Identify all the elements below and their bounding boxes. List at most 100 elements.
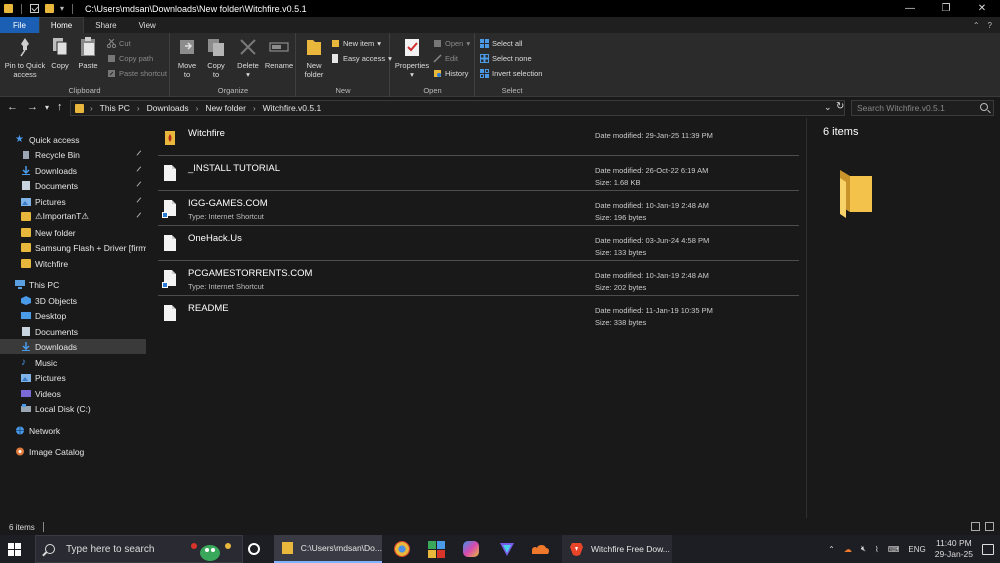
address-bar[interactable]: › This PC › Downloads › New folder › Wit…	[70, 100, 845, 116]
sidebar-item-pc-documents[interactable]: Documents	[0, 324, 146, 339]
volume-mute-icon[interactable]: 🔇︎	[861, 544, 866, 554]
file-type: Type: Internet Shortcut	[188, 282, 264, 291]
sidebar-item-this-pc[interactable]: This PC	[0, 277, 146, 292]
edit-button[interactable]: Edit	[433, 54, 458, 63]
sidebar-item-documents[interactable]: Documents	[0, 178, 146, 193]
list-item[interactable]: Witchfire Date modified: 29-Jan-25 11:39…	[158, 122, 799, 156]
show-hidden-icons-chevron-icon[interactable]: ⌃	[828, 545, 835, 554]
sidebar-item-important[interactable]: ⚠ImportanT⚠	[0, 209, 146, 224]
paste-shortcut-button[interactable]: Paste shortcut	[107, 69, 167, 78]
cloud-sync-icon[interactable]: ☁	[844, 545, 852, 554]
sidebar-item-desktop[interactable]: Desktop	[0, 308, 146, 323]
sidebar-item-new-folder[interactable]: New folder	[0, 225, 146, 240]
taskbar-app-colorful[interactable]	[423, 535, 449, 563]
tab-file[interactable]: File	[0, 17, 39, 33]
pin-to-quick-access-button[interactable]: Pin to Quick access	[3, 36, 47, 79]
breadcrumb-this-pc[interactable]: This PC	[100, 103, 130, 113]
file-name: OneHack.Us	[188, 233, 242, 244]
list-item[interactable]: OneHack.Us Date modified: 03-Jun-24 4:58…	[158, 227, 799, 261]
sidebar-item-witchfire[interactable]: Witchfire	[0, 256, 146, 271]
up-arrow-icon[interactable]: ↑	[57, 101, 63, 113]
forward-arrow-icon[interactable]: →	[27, 101, 38, 113]
close-button[interactable]: ✕	[964, 0, 1000, 17]
invert-selection-button[interactable]: Invert selection	[480, 69, 542, 78]
breadcrumb-new-folder[interactable]: New folder	[205, 103, 246, 113]
list-item[interactable]: IGG-GAMES.COM Type: Internet Shortcut Da…	[158, 192, 799, 226]
maximize-button[interactable]: ❐	[928, 0, 964, 17]
new-folder-quick-icon[interactable]	[45, 4, 54, 13]
tab-view[interactable]: View	[128, 17, 167, 33]
sidebar-item-pc-downloads[interactable]: Downloads	[0, 339, 146, 354]
new-folder-button[interactable]: New folder	[300, 36, 328, 79]
details-pane-divider[interactable]	[806, 118, 807, 518]
sidebar-item-downloads[interactable]: Downloads	[0, 163, 146, 178]
search-input[interactable]: Search Witchfire.v0.5.1	[851, 100, 994, 116]
taskbar-search-input[interactable]: Type here to search	[35, 535, 243, 563]
keyboard-icon[interactable]: ⌨	[888, 545, 900, 554]
paste-button[interactable]: Paste	[77, 36, 99, 70]
sidebar-item-pc-pictures[interactable]: Pictures	[0, 370, 146, 385]
breadcrumb-witchfire[interactable]: Witchfire.v0.5.1	[263, 103, 322, 113]
move-to-button[interactable]: Move to	[175, 36, 199, 79]
pin-icon[interactable]	[136, 197, 144, 205]
list-item[interactable]: README Date modified: 11-Jan-19 10:35 PM…	[158, 297, 799, 331]
customize-toolbar-chevron-icon[interactable]: ▾	[60, 4, 64, 13]
open-group-label: Open	[423, 86, 442, 95]
pin-icon[interactable]	[136, 166, 144, 174]
delete-button[interactable]: Delete ▾	[235, 36, 261, 79]
recent-locations-chevron-icon[interactable]: ▾	[45, 103, 49, 112]
history-button[interactable]: History	[433, 69, 468, 78]
file-date: Date modified: 10-Jan-19 2:48 AM	[595, 201, 709, 210]
taskbar-app-brave[interactable]: Witchfire Free Dow...	[562, 535, 672, 563]
properties-button[interactable]: Properties ▾	[394, 36, 430, 79]
address-history-chevron-icon[interactable]: ⌄	[824, 102, 832, 113]
tab-share[interactable]: Share	[84, 17, 127, 33]
open-button[interactable]: Open ▾	[433, 39, 470, 48]
tab-home[interactable]: Home	[38, 17, 85, 33]
copy-path-button[interactable]: Copy path	[107, 54, 153, 63]
taskbar-app-triangle[interactable]	[494, 535, 520, 563]
sidebar-item-quick-access[interactable]: ★ Quick access	[0, 132, 146, 147]
copy-to-button[interactable]: Copy to	[204, 36, 228, 79]
refresh-icon[interactable]: ↻	[836, 101, 844, 112]
minimize-button[interactable]: —	[892, 0, 928, 17]
breadcrumb-downloads[interactable]: Downloads	[147, 103, 189, 113]
sidebar-item-videos[interactable]: Videos	[0, 386, 146, 401]
sidebar-item-recycle-bin[interactable]: Recycle Bin	[0, 147, 146, 162]
list-item[interactable]: PCGAMESTORRENTS.COM Type: Internet Short…	[158, 262, 799, 296]
sidebar-item-music[interactable]: ♪ Music	[0, 355, 146, 370]
select-none-button[interactable]: Select none	[480, 54, 532, 63]
taskbar-app-file-explorer[interactable]: C:\Users\mdsan\Do...	[274, 535, 382, 563]
new-item-button[interactable]: New item ▾	[331, 39, 381, 48]
easy-access-button[interactable]: Easy access ▾	[331, 54, 392, 63]
language-indicator[interactable]: ENG	[908, 545, 925, 554]
sidebar-item-samsung-flash[interactable]: Samsung Flash + Driver [firmv	[0, 240, 146, 255]
taskbar-app-soundcloud[interactable]	[528, 535, 554, 563]
collapse-ribbon-chevron-icon[interactable]: ⌃	[973, 21, 980, 30]
notification-center-icon[interactable]	[982, 543, 994, 555]
help-icon[interactable]: ?	[988, 21, 992, 30]
task-view-button[interactable]	[241, 535, 267, 563]
sidebar-item-pictures[interactable]: Pictures	[0, 194, 146, 209]
back-arrow-icon[interactable]: ←	[7, 101, 18, 113]
start-button[interactable]	[8, 535, 28, 563]
sidebar-item-network[interactable]: Network	[0, 423, 146, 438]
select-all-button[interactable]: Select all	[480, 39, 522, 48]
cut-button[interactable]: Cut	[106, 38, 131, 49]
sidebar-item-3d-objects[interactable]: 3D Objects	[0, 293, 146, 308]
properties-quick-icon[interactable]	[30, 4, 39, 13]
pin-icon[interactable]	[136, 150, 144, 158]
pin-icon[interactable]	[136, 212, 144, 220]
list-item[interactable]: _INSTALL TUTORIAL Date modified: 26-Oct-…	[158, 157, 799, 191]
rename-button[interactable]: Rename	[264, 36, 294, 70]
large-icons-view-icon[interactable]	[985, 522, 994, 531]
details-view-icon[interactable]	[971, 522, 980, 531]
clock[interactable]: 11:40 PM 29-Jan-25	[935, 538, 973, 560]
copy-button[interactable]: Copy	[49, 36, 71, 70]
taskbar-app-copilot[interactable]	[458, 535, 484, 563]
taskbar-app-chrome[interactable]	[389, 535, 415, 563]
wifi-icon[interactable]: ⌇	[875, 545, 879, 554]
sidebar-item-local-disk[interactable]: Local Disk (C:)	[0, 401, 146, 416]
pin-icon[interactable]	[136, 181, 144, 189]
sidebar-item-image-catalog[interactable]: Image Catalog	[0, 444, 146, 459]
